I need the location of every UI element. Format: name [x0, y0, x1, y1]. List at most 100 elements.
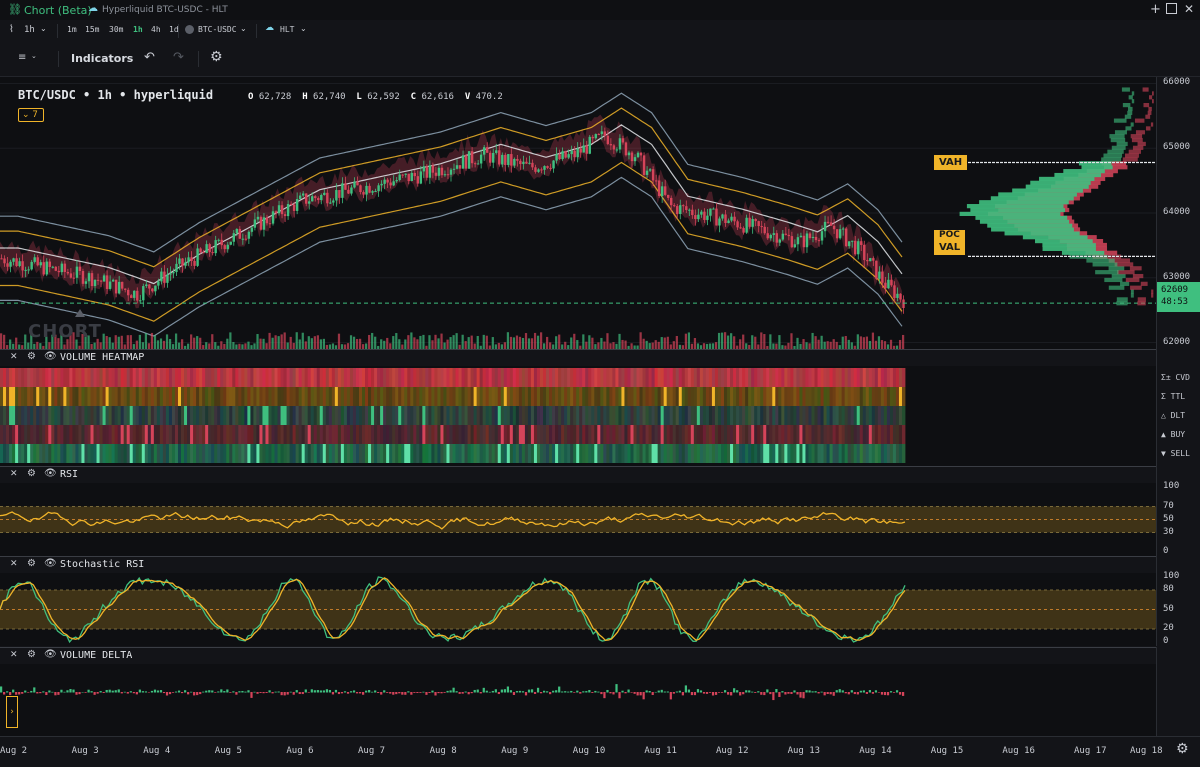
eye-icon[interactable]: 👁: [44, 468, 57, 479]
delta-canvas[interactable]: [0, 664, 1156, 736]
collapse-indicators-button[interactable]: ⌄ 7: [18, 108, 44, 122]
heatmap-cell: [467, 406, 471, 425]
heatmap-cell: [162, 387, 167, 406]
delta-bar: [736, 690, 739, 693]
heatmap-cell: [274, 444, 278, 463]
heatmap-cell: [202, 406, 206, 425]
heatmap-cell: [543, 444, 547, 463]
eye-icon[interactable]: 👁: [44, 351, 57, 362]
volume-heatmap-pane[interactable]: [0, 366, 1156, 466]
stoch-canvas[interactable]: [0, 573, 1156, 646]
heatmap-cell: [220, 368, 224, 387]
add-window-icon[interactable]: +: [1150, 2, 1161, 17]
heatmap-cell: [404, 425, 408, 444]
heatmap-cell: [787, 387, 791, 406]
heatmap-canvas[interactable]: [0, 366, 1156, 466]
heatmap-cell: [310, 368, 315, 387]
interval-30m[interactable]: 30m: [109, 25, 123, 34]
volume-bar: [642, 338, 645, 349]
heatmap-cell: [811, 387, 815, 406]
pane-settings-icon[interactable]: ⚙: [27, 468, 36, 479]
heatmap-cell: [304, 406, 309, 425]
main-price-chart[interactable]: BTC/USDC • 1h • hyperliquid O 62,728 H 6…: [0, 77, 1156, 349]
heatmap-cell: [455, 368, 459, 387]
redo-icon[interactable]: ↷: [173, 50, 184, 65]
candle-body: [166, 274, 169, 283]
heatmap-cell: [319, 387, 324, 406]
eye-icon[interactable]: 👁: [44, 649, 57, 660]
heatmap-cell: [717, 444, 722, 463]
indicators-button[interactable]: Indicators: [71, 52, 133, 65]
interval-1m[interactable]: 1m: [67, 25, 77, 34]
heatmap-cell: [669, 406, 674, 425]
expand-panel-button[interactable]: ›: [6, 696, 18, 728]
volume-bar: [310, 338, 313, 349]
heatmap-cell: [835, 425, 840, 444]
symbol-selector[interactable]: BTC-USDC: [198, 25, 237, 34]
eye-icon[interactable]: 👁: [44, 558, 57, 569]
heatmap-cell: [111, 444, 116, 463]
candle-body: [872, 258, 875, 261]
pane-settings-icon[interactable]: ⚙: [27, 558, 36, 569]
volume-bar: [48, 342, 51, 349]
heatmap-cell: [536, 387, 541, 406]
close-pane-icon[interactable]: ✕: [10, 469, 18, 479]
close-pane-icon[interactable]: ✕: [10, 650, 18, 660]
settings-gear-icon[interactable]: ⚙: [210, 49, 223, 65]
interval-4h[interactable]: 4h: [151, 25, 161, 34]
candle-body: [329, 202, 332, 204]
delta-bar: [835, 690, 838, 693]
rsi-canvas[interactable]: [0, 483, 1156, 556]
heatmap-cell: [724, 387, 728, 406]
heatmap-cell: [871, 368, 876, 387]
heatmap-cell: [42, 387, 46, 406]
stochastic-rsi-pane[interactable]: [0, 573, 1156, 646]
interval-1h[interactable]: 1h: [133, 25, 143, 34]
heatmap-cell: [666, 406, 671, 425]
candle-body: [3, 258, 6, 264]
price-chart-canvas[interactable]: [0, 77, 1156, 349]
heatmap-cell: [229, 368, 233, 387]
interval-dropdown[interactable]: 1h: [24, 25, 35, 35]
candle-body: [763, 226, 766, 234]
pane-settings-icon[interactable]: ⚙: [27, 649, 36, 660]
heatmap-cell: [690, 425, 695, 444]
heatmap-cell: [18, 406, 22, 425]
heatmap-cell: [567, 368, 571, 387]
rsi-pane[interactable]: [0, 483, 1156, 556]
heatmap-cell: [159, 387, 164, 406]
heatmap-cell: [524, 406, 529, 425]
delta-bar: [174, 691, 178, 693]
volume-bar: [666, 336, 669, 349]
volume-profile-buy: [959, 211, 1061, 216]
price-axis[interactable]: 66000 65000 64000 63000 62000 62609 48:53: [1156, 77, 1200, 349]
delta-bar: [733, 688, 736, 693]
menu-icon[interactable]: ≡: [18, 52, 26, 63]
close-pane-icon[interactable]: ✕: [10, 559, 18, 569]
maximize-icon[interactable]: [1166, 3, 1177, 14]
heatmap-cell: [570, 444, 574, 463]
interval-15m[interactable]: 15m: [85, 25, 99, 34]
heatmap-cell: [458, 406, 462, 425]
heatmap-cell: [817, 444, 821, 463]
heatmap-cell: [606, 444, 610, 463]
close-window-icon[interactable]: ✕: [1184, 2, 1194, 16]
exchange-selector[interactable]: HLT: [280, 25, 294, 34]
undo-icon[interactable]: ↶: [144, 50, 155, 65]
heatmap-cell: [54, 444, 58, 463]
candle-body: [600, 131, 604, 135]
heatmap-cell: [705, 406, 710, 425]
volume-delta-pane[interactable]: ›: [0, 664, 1156, 736]
pane-settings-icon[interactable]: ⚙: [27, 351, 36, 362]
heatmap-cell: [733, 387, 737, 406]
time-axis[interactable]: Aug 2 Aug 3 Aug 4 Aug 5 Aug 6 Aug 7 Aug 8 Aug 9…: [0, 736, 1200, 767]
heatmap-cell: [72, 444, 76, 463]
heatmap-cell: [271, 406, 275, 425]
heatmap-cell: [428, 406, 432, 425]
close-pane-icon[interactable]: ✕: [10, 352, 18, 362]
candle-body: [220, 239, 223, 246]
oscillator-tick: 0: [1163, 636, 1169, 646]
heatmap-cell: [244, 387, 248, 406]
chart-settings-icon[interactable]: ⚙: [1176, 741, 1189, 757]
chart-style-icon[interactable]: ⌇: [9, 24, 14, 35]
